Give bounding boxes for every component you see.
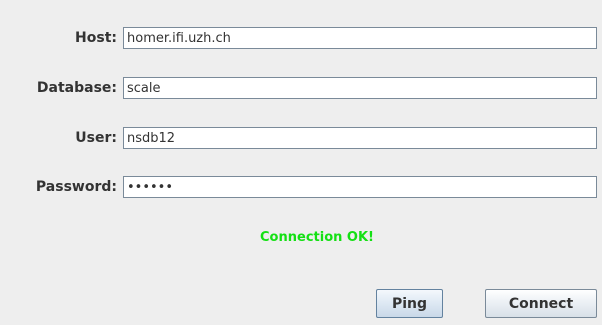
connection-status-message: Connection OK! (260, 230, 374, 245)
user-label: User: (75, 130, 117, 146)
user-input[interactable] (123, 127, 597, 149)
host-label: Host: (75, 30, 117, 46)
password-input[interactable] (123, 176, 597, 198)
password-row: Password: (0, 176, 602, 198)
database-row: Database: (0, 77, 602, 99)
connection-panel: Host: Database: User: Password: Connecti… (0, 0, 602, 325)
connect-button[interactable]: Connect (485, 289, 597, 318)
database-input[interactable] (123, 77, 597, 99)
user-row: User: (0, 127, 602, 149)
host-input[interactable] (123, 27, 597, 49)
host-row: Host: (0, 27, 602, 49)
password-label: Password: (35, 179, 117, 195)
ping-button[interactable]: Ping (376, 289, 443, 318)
database-label: Database: (36, 80, 117, 96)
